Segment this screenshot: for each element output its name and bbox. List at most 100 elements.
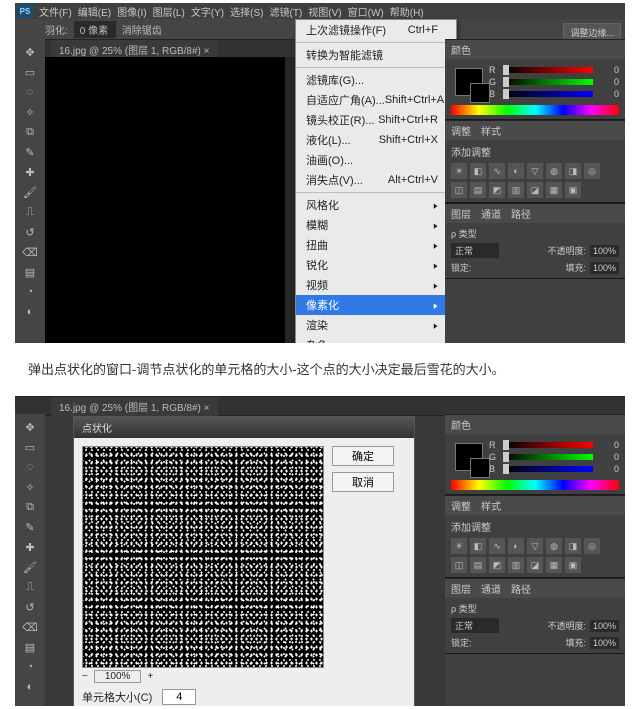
- adj-levels-icon[interactable]: ◧: [470, 163, 486, 179]
- adj-threshold-icon[interactable]: ◪: [527, 182, 543, 198]
- filter-video[interactable]: 视频: [296, 275, 456, 295]
- adj-color-lookup-icon[interactable]: ▤: [470, 182, 486, 198]
- filter-render[interactable]: 渲染: [296, 315, 456, 335]
- adj-brightness-icon[interactable]: ☀: [451, 163, 467, 179]
- lasso-tool-icon[interactable]: ◌: [19, 83, 41, 101]
- history-brush-icon[interactable]: ↺: [19, 223, 41, 241]
- blur-tool-icon[interactable]: ◔: [19, 283, 41, 301]
- menu-file[interactable]: 文件(F): [39, 4, 72, 19]
- adj-invert-icon[interactable]: ◩: [489, 182, 505, 198]
- gradient-tool-icon[interactable]: ▤: [19, 263, 41, 281]
- feather-input[interactable]: 0 像素: [74, 21, 116, 38]
- filter-last[interactable]: 上次滤镜操作(F)Ctrl+F: [296, 20, 456, 40]
- filter-lens[interactable]: 镜头校正(R)...Shift+Ctrl+R: [296, 110, 456, 130]
- eraser-tool-icon[interactable]: ⌫: [19, 618, 41, 636]
- wand-tool-icon[interactable]: ✧: [19, 103, 41, 121]
- filter-noise[interactable]: 杂色: [296, 335, 456, 343]
- filter-pixelate[interactable]: 像素化: [296, 295, 456, 315]
- blend-mode-select[interactable]: 正常: [451, 243, 499, 258]
- menu-window[interactable]: 窗口(W): [348, 4, 384, 19]
- adj-exposure-icon[interactable]: ◐: [508, 163, 524, 179]
- gradient-tool-icon[interactable]: ▤: [19, 638, 41, 656]
- filter-vanishing[interactable]: 消失点(V)...Alt+Ctrl+V: [296, 170, 456, 190]
- adj-posterize-icon[interactable]: ▥: [508, 182, 524, 198]
- marquee-tool-icon[interactable]: ▭: [19, 63, 41, 81]
- adj-channel-mixer-icon[interactable]: ◫: [451, 182, 467, 198]
- adj-bw-icon[interactable]: ◨: [565, 163, 581, 179]
- fg-bg-swatch[interactable]: [455, 68, 483, 96]
- zoom-out-button[interactable]: −: [82, 671, 88, 682]
- r-slider[interactable]: [503, 67, 593, 73]
- menu-filter[interactable]: 滤镜(T): [270, 4, 303, 19]
- eyedropper-tool-icon[interactable]: ✎: [19, 143, 41, 161]
- crop-tool-icon[interactable]: ⧉: [19, 123, 41, 141]
- tool-column-2: ✥ ▭ ◌ ✧ ⧉ ✎ ✚ 🖌 ⎍ ↺ ⌫ ▤ ◔ ◐: [15, 414, 45, 706]
- menu-select[interactable]: 选择(S): [230, 4, 263, 19]
- tab-layers[interactable]: 图层: [451, 206, 471, 221]
- eraser-tool-icon[interactable]: ⌫: [19, 243, 41, 261]
- b-slider[interactable]: [503, 91, 593, 97]
- tool-column: ✥ ▭ ◌ ✧ ⧉ ✎ ✚ 🖌 ⎍ ↺ ⌫ ▤ ◔ ◐: [15, 39, 45, 343]
- adj-photo-filter-icon[interactable]: ◎: [584, 163, 600, 179]
- layers-panel-2: 图层 通道 路径 ρ 类型 正常 不透明度: 100% 锁定: 填充: 100%: [445, 578, 625, 654]
- antialias-check[interactable]: 消除锯齿: [122, 22, 162, 37]
- adj-gradient-map-icon[interactable]: ▦: [546, 182, 562, 198]
- marquee-tool-icon[interactable]: ▭: [19, 438, 41, 456]
- document-tab-2[interactable]: 16.jpg @ 25% (图层 1, RGB/8#) ×: [51, 397, 218, 416]
- cell-size-input[interactable]: [162, 689, 196, 705]
- dialog-title: 点状化: [74, 417, 414, 438]
- filter-blur[interactable]: 模糊: [296, 215, 456, 235]
- heal-tool-icon[interactable]: ✚: [19, 538, 41, 556]
- brush-tool-icon[interactable]: 🖌: [19, 558, 41, 576]
- canvas-black: [45, 57, 285, 343]
- filter-smart[interactable]: 转换为智能滤镜: [296, 45, 456, 65]
- filter-distort[interactable]: 扭曲: [296, 235, 456, 255]
- dodge-tool-icon[interactable]: ◐: [19, 303, 41, 321]
- wand-tool-icon[interactable]: ✧: [19, 478, 41, 496]
- zoom-pct[interactable]: 100%: [94, 670, 142, 683]
- fill-input[interactable]: 100%: [590, 262, 619, 274]
- menu-type[interactable]: 文字(Y): [191, 4, 224, 19]
- tab-paths[interactable]: 路径: [511, 206, 531, 221]
- menu-edit[interactable]: 编辑(E): [78, 4, 111, 19]
- stamp-tool-icon[interactable]: ⎍: [19, 203, 41, 221]
- filter-oil[interactable]: 油画(O)...: [296, 150, 456, 170]
- filter-sharpen[interactable]: 锐化: [296, 255, 456, 275]
- brush-tool-icon[interactable]: 🖌: [19, 183, 41, 201]
- menu-help[interactable]: 帮助(H): [390, 4, 424, 19]
- dodge-tool-icon[interactable]: ◐: [19, 678, 41, 696]
- lasso-tool-icon[interactable]: ◌: [19, 458, 41, 476]
- blur-tool-icon[interactable]: ◔: [19, 658, 41, 676]
- menu-layer[interactable]: 图层(L): [153, 4, 185, 19]
- heal-tool-icon[interactable]: ✚: [19, 163, 41, 181]
- menu-view[interactable]: 视图(V): [308, 4, 341, 19]
- filter-adaptive[interactable]: 自适应广角(A)...Shift+Ctrl+A: [296, 90, 456, 110]
- opacity-input[interactable]: 100%: [590, 245, 619, 257]
- adj-vibrance-icon[interactable]: ▽: [527, 163, 543, 179]
- cell-size-label: 单元格大小(C): [82, 689, 152, 705]
- right-panels: 颜色 R0 G0 B0 调整样式 添加调整 ☀ ◧: [445, 39, 625, 343]
- g-slider[interactable]: [503, 79, 593, 85]
- tab-channels[interactable]: 通道: [481, 206, 501, 221]
- screenshot-pointillize-dialog: 16.jpg @ 25% (图层 1, RGB/8#) × ✥ ▭ ◌ ✧ ⧉ …: [15, 396, 625, 706]
- eyedropper-tool-icon[interactable]: ✎: [19, 518, 41, 536]
- filter-liquify[interactable]: 液化(L)...Shift+Ctrl+X: [296, 130, 456, 150]
- filter-stylize[interactable]: 风格化: [296, 195, 456, 215]
- move-tool-icon[interactable]: ✥: [19, 43, 41, 61]
- filter-gallery[interactable]: 滤镜库(G)...: [296, 70, 456, 90]
- cancel-button[interactable]: 取消: [332, 472, 394, 492]
- move-tool-icon[interactable]: ✥: [19, 418, 41, 436]
- adj-curves-icon[interactable]: ∿: [489, 163, 505, 179]
- stamp-tool-icon[interactable]: ⎍: [19, 578, 41, 596]
- zoom-in-button[interactable]: +: [147, 671, 153, 682]
- adj-selective-icon[interactable]: ▣: [565, 182, 581, 198]
- crop-tool-icon[interactable]: ⧉: [19, 498, 41, 516]
- fg-bg-swatch[interactable]: [455, 443, 483, 471]
- spectrum-bar[interactable]: [451, 480, 619, 490]
- spectrum-bar[interactable]: [451, 105, 619, 115]
- adj-hue-icon[interactable]: ◍: [546, 163, 562, 179]
- ok-button[interactable]: 确定: [332, 446, 394, 466]
- history-brush-icon[interactable]: ↺: [19, 598, 41, 616]
- menu-image[interactable]: 图像(I): [117, 4, 146, 19]
- document-tab[interactable]: 16.jpg @ 25% (图层 1, RGB/8#) ×: [51, 40, 218, 59]
